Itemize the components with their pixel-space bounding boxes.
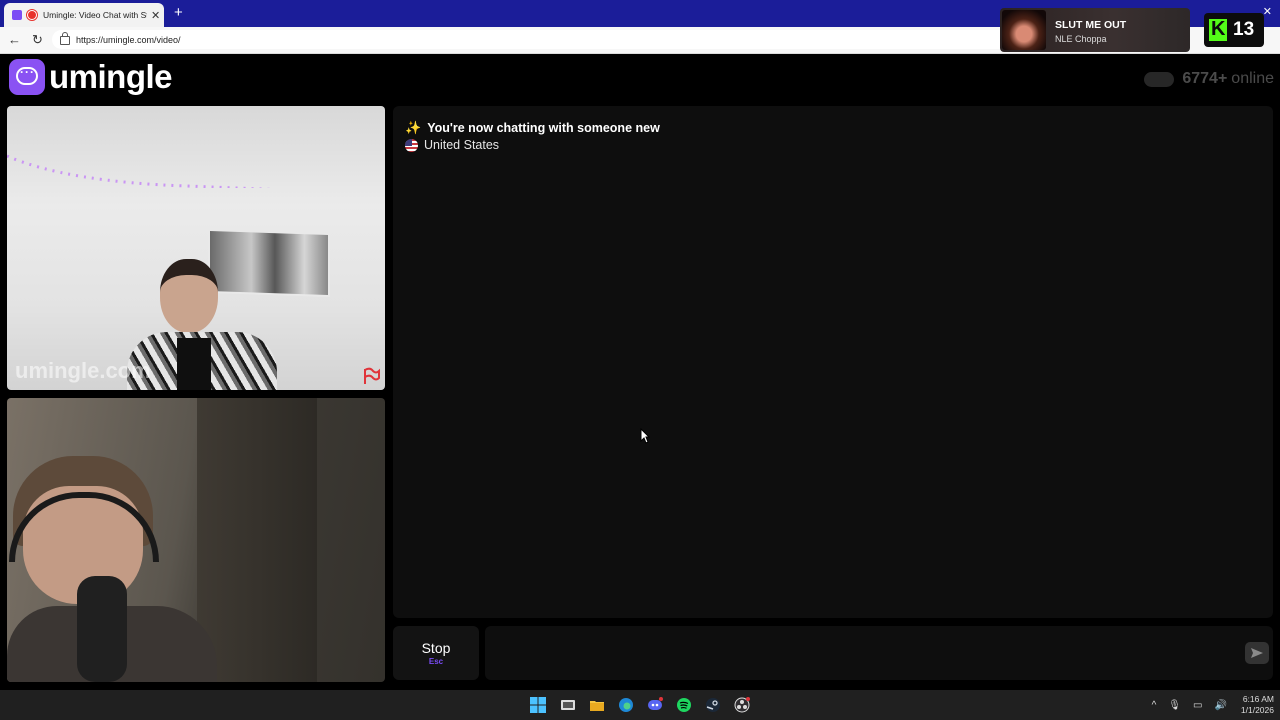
online-counter: 6774+ online xyxy=(1144,70,1274,88)
self-person xyxy=(7,456,217,682)
video-watermark: umingle.com xyxy=(15,358,151,383)
now-playing-widget: SLUT ME OUT NLE Choppa xyxy=(1000,8,1190,52)
lock-icon xyxy=(60,32,70,45)
windows-taskbar: ^ 🎙 ▭ 🔊 6:16 AM 1/1/2026 xyxy=(0,690,1280,720)
plus-icon[interactable]: + xyxy=(174,4,183,21)
logo-text[interactable]: umingle xyxy=(49,58,173,96)
microphone-icon[interactable]: 🎙 xyxy=(1168,700,1181,711)
chat-panel: ✨ You're now chatting with someone new U… xyxy=(393,106,1273,618)
song-title: SLUT ME OUT xyxy=(1055,19,1127,31)
album-art xyxy=(1002,10,1046,50)
stranger-country: United States xyxy=(405,138,499,152)
url-field[interactable]: https://umingle.com/video/ xyxy=(52,30,1012,49)
stop-shortcut-label: Esc xyxy=(428,657,444,666)
clock-date: 1/1/2026 xyxy=(1240,705,1274,715)
recording-indicator-icon xyxy=(27,10,37,20)
obs-icon[interactable] xyxy=(734,697,750,713)
clock-time: 6:16 AM xyxy=(1242,694,1274,704)
tab-title: Umingle: Video Chat with Strangers xyxy=(43,10,147,20)
steam-icon[interactable] xyxy=(705,697,721,713)
kick-viewer-count: 13 xyxy=(1233,19,1255,40)
system-message-text: You're now chatting with someone new xyxy=(427,121,660,135)
system-tray: ^ 🎙 ▭ 🔊 6:16 AM 1/1/2026 xyxy=(1146,694,1274,716)
windows-start-icon[interactable] xyxy=(530,697,546,713)
edge-icon[interactable] xyxy=(618,697,634,713)
close-window-icon[interactable]: ✕ xyxy=(1263,5,1272,18)
discord-icon[interactable] xyxy=(647,697,663,713)
task-view-icon[interactable] xyxy=(560,697,576,713)
report-flag-icon[interactable] xyxy=(362,367,380,385)
stop-button[interactable]: Stop Esc xyxy=(393,626,479,680)
browser-tab[interactable]: Umingle: Video Chat with Strangers ✕ xyxy=(4,3,164,27)
arrow-left-icon[interactable]: ← xyxy=(8,32,21,47)
clock[interactable]: 6:16 AM 1/1/2026 xyxy=(1241,694,1274,716)
kick-logo-icon xyxy=(1209,18,1227,41)
song-artist: NLE Choppa xyxy=(1055,34,1107,44)
theme-toggle[interactable] xyxy=(1144,71,1175,87)
message-input[interactable] xyxy=(485,626,1273,680)
spotify-icon[interactable] xyxy=(676,697,692,713)
umingle-favicon-icon xyxy=(12,10,22,20)
close-tab-icon[interactable]: ✕ xyxy=(151,9,160,22)
chat-bubble-logo-icon[interactable] xyxy=(9,59,45,95)
online-label: online xyxy=(1231,70,1274,87)
us-flag-icon xyxy=(405,138,418,152)
volume-icon[interactable]: 🔊 xyxy=(1214,700,1226,711)
stranger-video: umingle.com xyxy=(7,106,385,390)
self-video xyxy=(7,398,385,682)
led-lights xyxy=(7,154,274,188)
file-explorer-icon[interactable] xyxy=(589,697,605,713)
send-icon[interactable] xyxy=(1245,642,1269,664)
stop-button-label: Stop xyxy=(421,640,451,656)
sparkle-icon: ✨ xyxy=(405,120,422,135)
country-text: United States xyxy=(424,138,500,152)
online-count: 6774+ xyxy=(1182,70,1228,87)
url-text: https://umingle.com/video/ xyxy=(76,34,181,45)
reload-icon[interactable]: ↻ xyxy=(32,32,43,48)
network-icon[interactable]: ▭ xyxy=(1193,700,1202,711)
chevron-up-icon[interactable]: ^ xyxy=(1152,700,1157,711)
kick-viewer-badge: 13 xyxy=(1204,13,1264,47)
chat-controls: Stop Esc xyxy=(393,626,1273,680)
mouse-cursor-icon xyxy=(640,428,650,444)
system-message: ✨ You're now chatting with someone new xyxy=(405,120,660,136)
